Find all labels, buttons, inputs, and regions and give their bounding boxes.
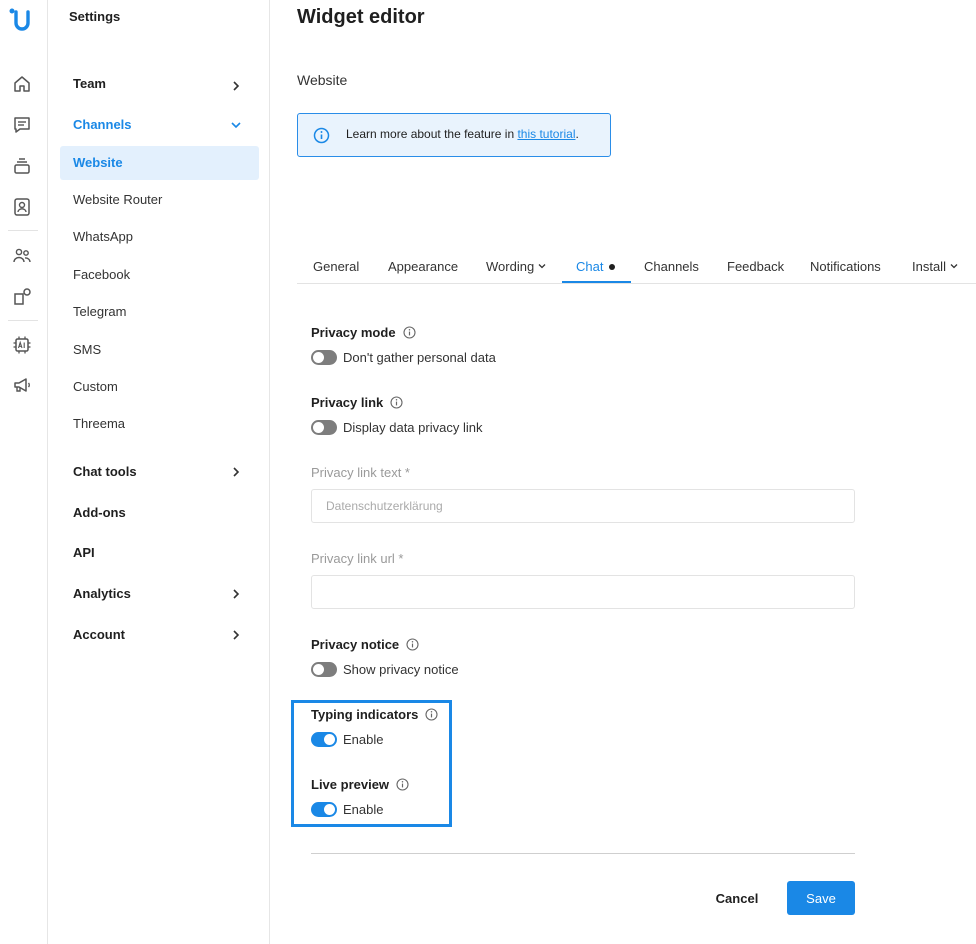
contacts-icon[interactable]	[11, 196, 33, 218]
chevron-down-icon	[538, 264, 546, 269]
privacy-link-url-label: Privacy link url *	[311, 551, 404, 566]
chevron-down-icon[interactable]	[231, 120, 241, 130]
sidebar-subitem-website-router[interactable]: Website Router	[73, 192, 162, 207]
tab-label: Chat	[576, 259, 604, 274]
privacy-link-url-field	[311, 575, 855, 609]
privacy-link-text-label: Privacy link text *	[311, 465, 410, 480]
sidebar-item-api[interactable]: API	[73, 545, 95, 560]
apps-icon[interactable]	[11, 286, 33, 308]
toggle-label: Display data privacy link	[343, 420, 483, 435]
form-divider	[311, 853, 855, 854]
info-icon[interactable]	[425, 708, 438, 721]
page-title: Widget editor	[297, 6, 425, 28]
field-label-text: Live preview	[311, 777, 390, 792]
sidebar-item-chat-tools[interactable]: Chat tools	[73, 464, 137, 479]
chevron-right-icon[interactable]	[231, 467, 241, 477]
chevron-right-icon[interactable]	[231, 589, 241, 599]
privacy-notice-label: Privacy notice	[311, 637, 419, 652]
chevron-right-icon[interactable]	[231, 630, 241, 640]
privacy-link-toggle[interactable]	[311, 420, 337, 435]
icon-rail	[0, 0, 48, 944]
rail-divider	[8, 320, 38, 321]
sidebar-item-team[interactable]: Team	[73, 76, 106, 91]
sidebar-item-channels[interactable]: Channels	[73, 117, 132, 132]
toggle-label: Don't gather personal data	[343, 350, 496, 365]
page-subtitle: Website	[297, 72, 348, 88]
settings-sidebar: Settings Team Channels Website Website R…	[49, 0, 270, 944]
tab-feedback[interactable]: Feedback	[727, 259, 784, 274]
rail-divider	[8, 230, 38, 231]
tab-appearance[interactable]: Appearance	[388, 259, 458, 274]
toggle-label: Enable	[343, 732, 384, 747]
tab-general[interactable]: General	[313, 259, 359, 274]
toggle-label: Show privacy notice	[343, 662, 459, 677]
privacy-link-url-input[interactable]	[312, 576, 854, 608]
typing-indicators-label: Typing indicators	[311, 707, 438, 722]
chevron-down-icon	[950, 264, 958, 269]
team-icon[interactable]	[11, 245, 33, 267]
tab-wording[interactable]: Wording	[486, 259, 546, 274]
chat-icon[interactable]	[11, 114, 33, 136]
info-icon	[313, 127, 330, 144]
sidebar-subitem-custom[interactable]: Custom	[73, 379, 118, 394]
privacy-mode-label: Privacy mode	[311, 325, 416, 340]
privacy-link-text-input[interactable]	[312, 490, 854, 522]
sidebar-item-addons[interactable]: Add-ons	[73, 505, 126, 520]
active-tab-indicator	[562, 281, 631, 283]
tab-chat[interactable]: Chat	[576, 259, 616, 274]
sidebar-subitem-facebook[interactable]: Facebook	[73, 267, 130, 282]
field-label-text: Privacy notice	[311, 637, 400, 652]
info-icon[interactable]	[396, 778, 409, 791]
tutorial-link[interactable]: this tutorial	[517, 127, 575, 141]
tab-bar: General Appearance Wording Chat Channels…	[297, 250, 976, 284]
tab-label: Install	[912, 259, 946, 274]
live-preview-label: Live preview	[311, 777, 409, 792]
tab-install[interactable]: Install	[912, 259, 958, 274]
logo-icon[interactable]	[8, 6, 34, 34]
tab-notifications[interactable]: Notifications	[810, 259, 881, 274]
chevron-right-icon[interactable]	[231, 81, 241, 91]
sidebar-subitem-telegram[interactable]: Telegram	[73, 304, 126, 319]
unsaved-dot	[609, 264, 616, 270]
main-panel: Widget editor Website Learn more about t…	[270, 0, 976, 944]
field-label-text: Typing indicators	[311, 707, 419, 722]
live-preview-toggle[interactable]	[311, 802, 337, 817]
sidebar-title: Settings	[69, 9, 121, 24]
megaphone-icon[interactable]	[11, 374, 33, 396]
sidebar-item-analytics[interactable]: Analytics	[73, 586, 131, 601]
sidebar-subitem-whatsapp[interactable]: WhatsApp	[73, 229, 133, 244]
info-text-suffix: .	[575, 127, 579, 141]
ai-chip-icon[interactable]	[11, 334, 33, 356]
info-icon[interactable]	[390, 396, 403, 409]
tab-channels[interactable]: Channels	[644, 259, 699, 274]
home-icon[interactable]	[11, 73, 33, 95]
privacy-notice-toggle[interactable]	[311, 662, 337, 677]
toggle-label: Enable	[343, 802, 384, 817]
sidebar-subitem-website[interactable]: Website	[60, 146, 259, 180]
info-banner: Learn more about the feature in this tut…	[297, 113, 611, 157]
privacy-link-text-field	[311, 489, 855, 523]
sidebar-subitem-sms[interactable]: SMS	[73, 342, 101, 357]
tab-label: Wording	[486, 259, 535, 274]
field-label-text: Privacy mode	[311, 325, 396, 340]
info-icon[interactable]	[402, 326, 416, 339]
sidebar-subitem-threema[interactable]: Threema	[73, 416, 125, 431]
typing-indicators-toggle[interactable]	[311, 732, 337, 747]
info-text: Learn more about the feature in this tut…	[346, 127, 579, 141]
save-button[interactable]: Save	[787, 881, 855, 915]
field-label-text: Privacy link	[311, 395, 384, 410]
info-text-body: Learn more about the feature in	[346, 127, 518, 141]
privacy-link-label: Privacy link	[311, 395, 403, 410]
sidebar-subitem-label: Website	[73, 155, 123, 170]
privacy-mode-toggle[interactable]	[311, 350, 337, 365]
info-icon[interactable]	[406, 638, 419, 651]
sidebar-item-account[interactable]: Account	[73, 627, 125, 642]
cancel-button[interactable]: Cancel	[707, 881, 767, 915]
inbox-stack-icon[interactable]	[11, 155, 33, 177]
